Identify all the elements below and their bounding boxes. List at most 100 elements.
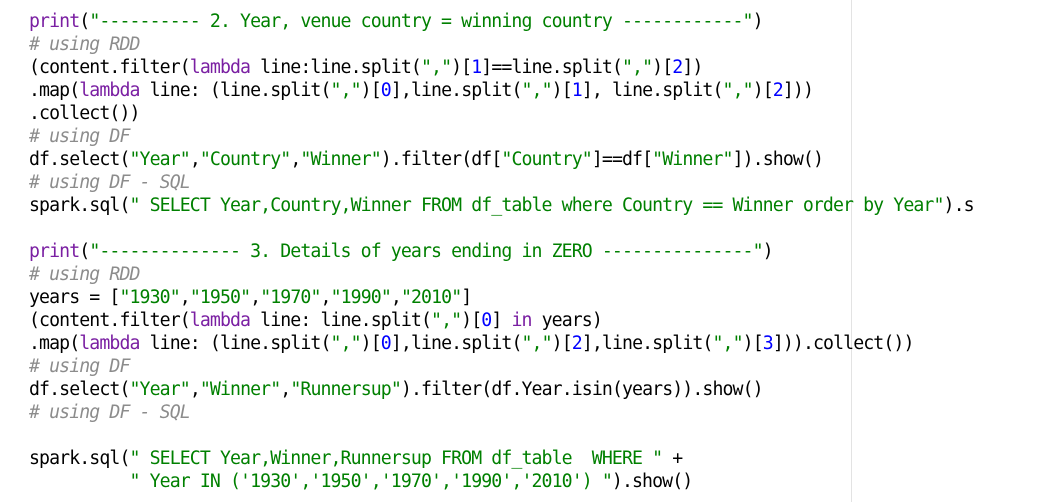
code-token: ],line.split( (390, 333, 523, 354)
string-token: "Winner" (199, 379, 281, 400)
code-token: .map( (29, 333, 80, 354)
code-line[interactable]: spark.sql(" SELECT Year,Country,Winner F… (29, 194, 975, 217)
code-token: years) (531, 310, 603, 331)
code-token: + (662, 448, 683, 469)
code-token: ])).collect()) (772, 333, 915, 354)
comment-token: # using DF (29, 126, 130, 147)
string-token: "---------- 2. Year, venue country = win… (89, 11, 753, 32)
code-token: ] (491, 310, 512, 331)
number-token: 1 (571, 80, 583, 101)
code-line[interactable]: years = ["1930","1950","1970","1990","20… (29, 286, 974, 309)
code-token: ).show() (611, 471, 693, 492)
comment-token: # using RDD (29, 34, 140, 55)
code-token: )[ (360, 333, 382, 354)
code-line[interactable]: df.select("Year","Winner","Runnersup").f… (29, 378, 974, 401)
number-token: 3 (762, 333, 774, 354)
code-token: , (280, 379, 291, 400)
string-token: "1990" (330, 287, 392, 308)
code-line[interactable]: .collect()) (29, 102, 974, 125)
code-line[interactable]: (content.filter(lambda line:line.split("… (29, 56, 974, 79)
code-line[interactable]: print("---------- 2. Year, venue country… (29, 10, 974, 33)
code-line[interactable]: print("-------------- 3. Details of year… (29, 240, 974, 263)
code-token: )[ (551, 80, 573, 101)
code-line[interactable]: .map(lambda line: (line.split(",")[0],li… (29, 79, 974, 102)
string-token: " Year IN ('1930','1950','1970','1990','… (129, 471, 613, 492)
code-token: )[ (551, 333, 573, 354)
string-token: "," (622, 57, 653, 78)
keyword-token: in (511, 310, 532, 331)
code-token: df.select( (29, 149, 130, 170)
keyword-token: print (29, 241, 80, 262)
code-token: ).s (943, 195, 975, 216)
string-token: "," (420, 57, 452, 78)
code-line[interactable]: " Year IN ('1930','1950','1970','1990','… (29, 470, 974, 493)
code-token: ) (762, 241, 774, 262)
code-line[interactable] (29, 424, 974, 447)
code-area[interactable]: print("---------- 2. Year, venue country… (29, 10, 975, 493)
code-line[interactable]: # using DF (29, 355, 974, 378)
code-line[interactable]: # using DF - SQL (29, 171, 974, 194)
code-token: )[ (752, 80, 774, 101)
number-token: 1 (471, 57, 482, 78)
string-token: "," (712, 333, 743, 354)
code-token: ]) (682, 57, 703, 78)
number-token: 0 (380, 80, 392, 101)
code-line[interactable]: # using DF - SQL (29, 401, 974, 424)
code-token: )[ (742, 333, 764, 354)
code-token: , (189, 379, 201, 400)
number-token: 2 (571, 333, 583, 354)
comment-token: # using DF - SQL (29, 172, 191, 193)
code-line[interactable]: .map(lambda line: (line.split(",")[0],li… (29, 332, 974, 355)
string-token: "," (521, 80, 553, 101)
code-line[interactable]: spark.sql(" SELECT Year,Winner,Runnersup… (29, 447, 974, 470)
number-token: 0 (380, 333, 392, 354)
code-token: , (290, 149, 301, 170)
code-token: line: (line.split( (139, 333, 332, 354)
code-token: ]==line.split( (481, 57, 623, 78)
string-token: "1950" (189, 287, 251, 308)
string-token: "Winner" (652, 149, 733, 170)
keyword-token: lambda (79, 333, 140, 354)
string-token: "-------------- 3. Details of years endi… (89, 241, 763, 262)
string-token: "Country" (199, 149, 291, 170)
code-token: spark.sql( (29, 448, 130, 469)
code-token: ],line.split( (390, 80, 523, 101)
code-token: ],line.split( (581, 333, 714, 354)
code-token: ] (461, 287, 472, 308)
code-line[interactable] (29, 217, 974, 240)
comment-token: # using RDD (29, 264, 140, 285)
code-token: )[ (360, 80, 382, 101)
code-token: df.select( (29, 379, 130, 400)
string-token: "2010" (400, 287, 462, 308)
code-token: )[ (451, 57, 472, 78)
code-token: ( (79, 241, 90, 262)
code-token: line:line.split( (250, 57, 422, 78)
code-token: .collect()) (29, 103, 140, 124)
code-line[interactable]: (content.filter(lambda line: line.split(… (29, 309, 974, 332)
string-token: "," (722, 80, 754, 101)
code-line[interactable]: # using RDD (29, 33, 974, 56)
code-token: )[ (461, 310, 482, 331)
code-token: , (320, 287, 332, 308)
code-token: ( (79, 11, 90, 32)
string-token: "Year" (129, 379, 191, 400)
code-line[interactable]: # using DF (29, 125, 974, 148)
comment-token: # using DF (29, 356, 130, 377)
code-token: ).filter(df.Year.isin(years)).show() (400, 379, 764, 400)
code-token: ]).show() (732, 149, 824, 170)
number-token: 2 (672, 57, 683, 78)
code-token: )[ (652, 57, 673, 78)
code-token: , (189, 149, 201, 170)
string-token: "Runnersup" (290, 379, 401, 400)
string-token: "Winner" (300, 149, 381, 170)
string-token: " SELECT Year,Winner,Runnersup FROM df_t… (129, 448, 664, 469)
string-token: "," (330, 80, 362, 101)
code-token: (content.filter( (29, 57, 191, 78)
keyword-token: lambda (189, 310, 251, 331)
code-line[interactable]: # using RDD (29, 263, 974, 286)
code-token: ]==df[ (591, 149, 653, 170)
code-line[interactable]: df.select("Year","Country","Winner").fil… (29, 148, 974, 171)
keyword-token: print (29, 11, 80, 32)
code-editor[interactable]: print("---------- 2. Year, venue country… (0, 0, 1064, 502)
